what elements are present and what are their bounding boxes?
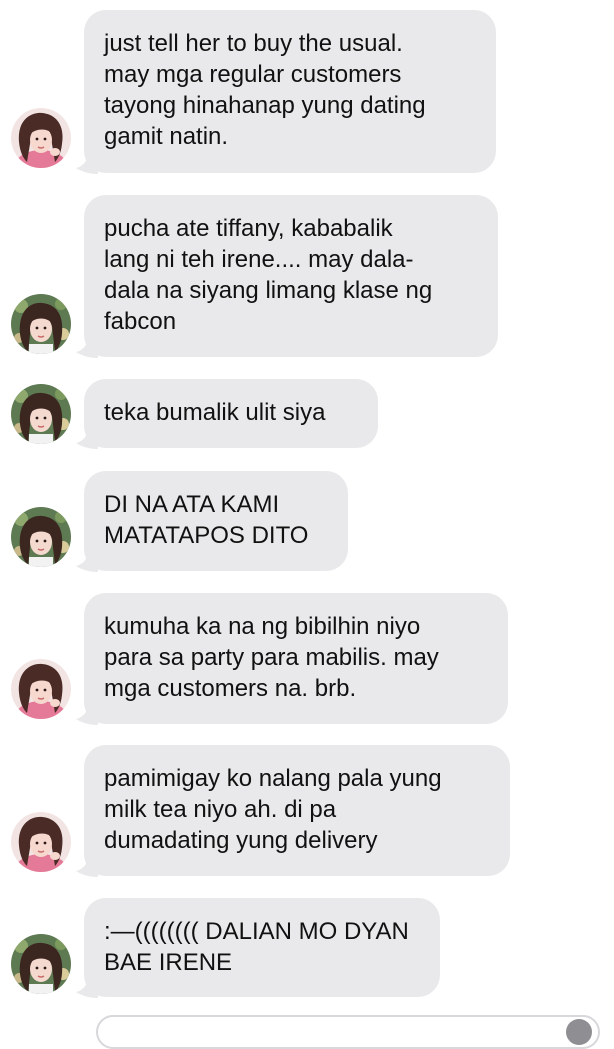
bubble-tail [76, 855, 98, 877]
bubble-tail [76, 152, 98, 174]
message-bubble[interactable]: :—(((((((( DALIAN MO DYAN BAE IRENE [84, 898, 440, 997]
message-bubble[interactable]: teka bumalik ulit siya [84, 379, 378, 448]
bubble-tail [76, 550, 98, 572]
message-bubble[interactable]: just tell her to buy the usual. may mga … [84, 10, 496, 173]
avatar-pink-icon[interactable] [11, 812, 71, 872]
bubble-tail [76, 976, 98, 998]
avatar-pink-icon[interactable] [11, 108, 71, 168]
avatar-pink-icon[interactable] [11, 659, 71, 719]
message-bubble[interactable]: DI NA ATA KAMI MATATAPOS DITO [84, 471, 348, 571]
bubble-tail [76, 427, 98, 449]
avatar-green-icon[interactable] [11, 384, 71, 444]
message-bubble[interactable]: pamimigay ko nalang pala yung milk tea n… [84, 745, 510, 876]
avatar-green-icon[interactable] [11, 934, 71, 994]
message-bubble[interactable]: kumuha ka na ng bibilhin niyo para sa pa… [84, 593, 508, 724]
message-bubble[interactable]: pucha ate tiffany, kababalik lang ni teh… [84, 195, 498, 357]
bubble-tail [76, 336, 98, 358]
avatar-green-icon[interactable] [11, 294, 71, 354]
message-input[interactable] [96, 1015, 600, 1049]
send-button[interactable] [566, 1019, 592, 1045]
avatar-green-icon[interactable] [11, 507, 71, 567]
bubble-tail [76, 703, 98, 725]
message-thread: just tell her to buy the usual. may mga … [0, 0, 614, 1024]
